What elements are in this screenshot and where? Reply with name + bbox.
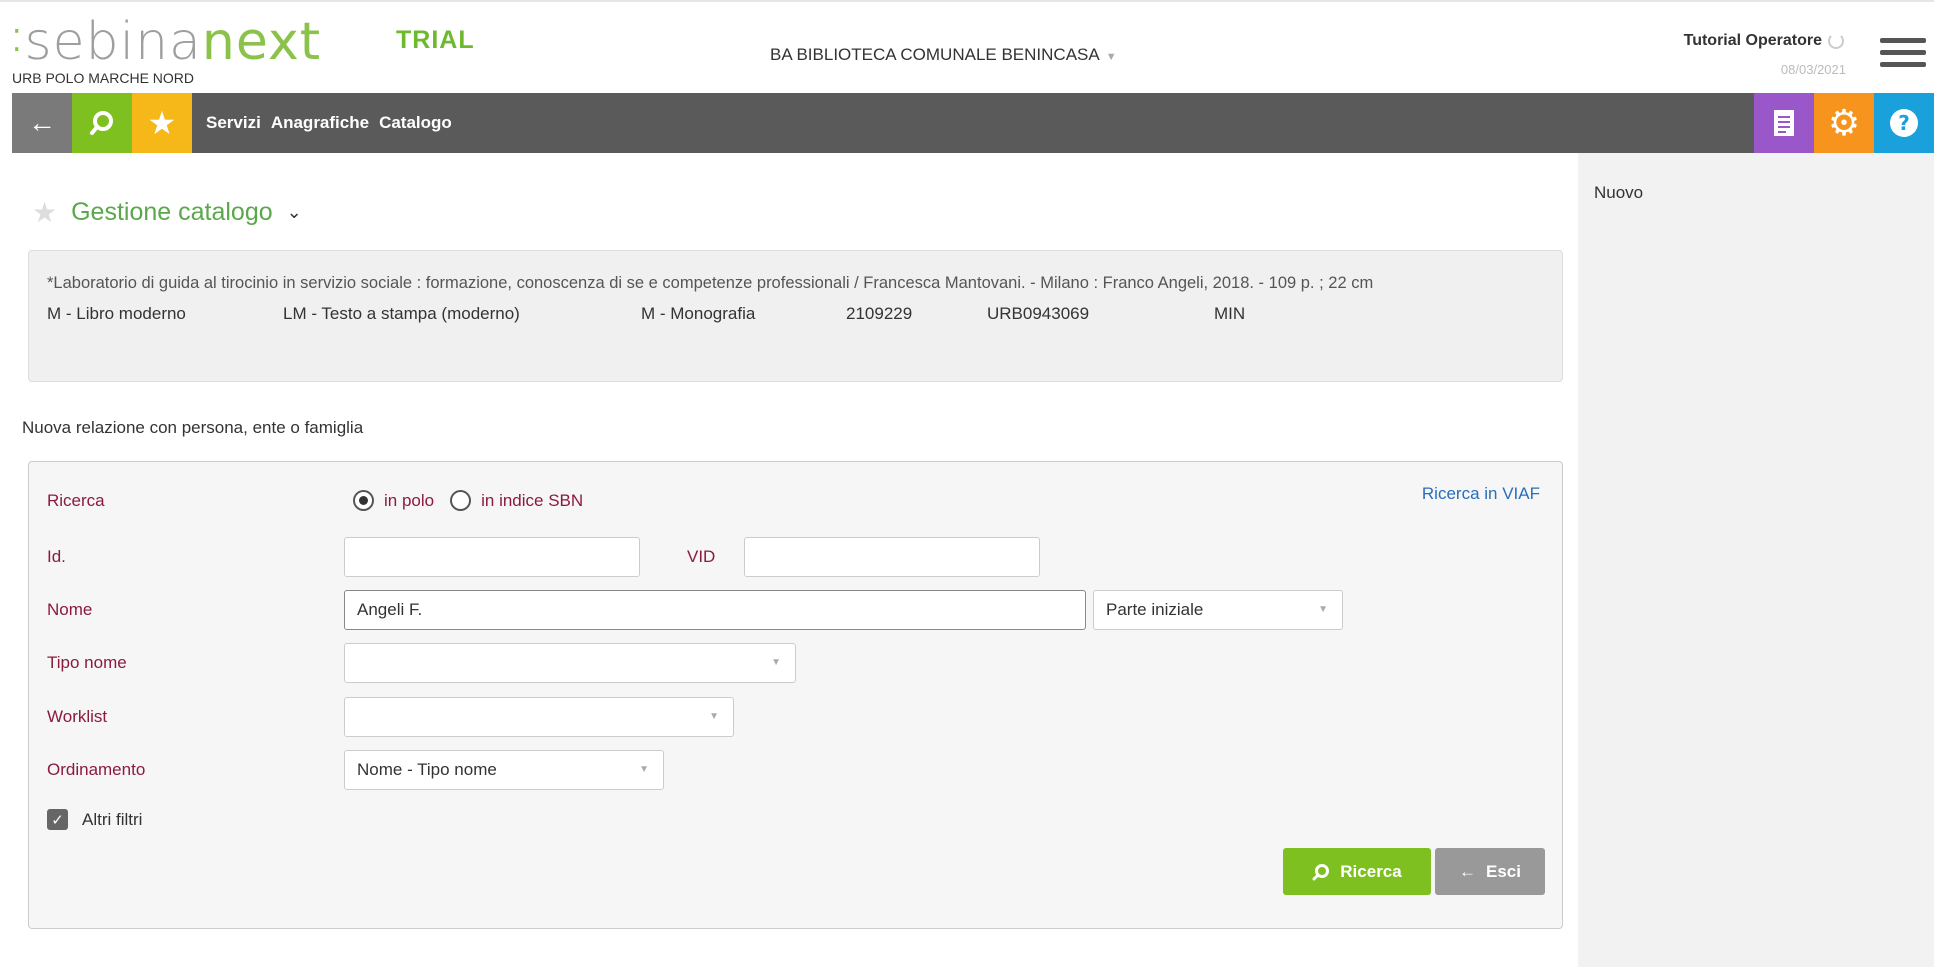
nome-label: Nome <box>47 600 93 619</box>
record-id: 2109229 <box>846 304 913 323</box>
gear-icon: ⚙ <box>1827 102 1861 143</box>
settings-button[interactable]: ⚙ <box>1814 93 1874 153</box>
nav-anagrafiche[interactable]: Anagrafiche <box>271 113 369 133</box>
radio-in-polo-label[interactable]: in polo <box>384 491 434 511</box>
ordinamento-select[interactable]: Nome - Tipo nome ▼ <box>344 750 664 790</box>
star-icon[interactable]: ★ <box>32 196 57 229</box>
chevron-down-icon: ▼ <box>771 657 781 668</box>
esci-button[interactable]: ← Esci <box>1435 848 1545 895</box>
vid-input[interactable] <box>744 537 1040 577</box>
radio-in-indice-sbn[interactable] <box>450 490 472 511</box>
search-form: Ricerca in polo in indice SBN Ricerca in… <box>28 461 1563 929</box>
power-icon[interactable] <box>1828 32 1844 49</box>
chevron-down-icon: ▼ <box>639 764 649 775</box>
chevron-down-icon: ▼ <box>709 711 719 722</box>
trial-badge: TRIAL <box>396 26 475 54</box>
svg-text:?: ? <box>1898 111 1910 135</box>
worklist-label: Worklist <box>47 707 108 726</box>
search-icon <box>1312 863 1330 880</box>
record-status: MIN <box>1214 304 1246 323</box>
ricerca-button-label: Ricerca <box>1340 861 1402 881</box>
search-button[interactable] <box>72 93 132 153</box>
chevron-down-icon: ▼ <box>1318 604 1328 615</box>
arrow-left-icon: ← <box>28 107 56 138</box>
record-summary: *Laboratorio di guida al tirocinio in se… <box>28 250 1563 382</box>
altri-filtri-checkbox[interactable]: ✓ Altri filtri <box>47 809 142 830</box>
radio-in-indice-sbn-label[interactable]: in indice SBN <box>481 491 583 511</box>
ricerca-button[interactable]: Ricerca <box>1283 848 1431 895</box>
nome-input[interactable]: Angeli F. <box>344 590 1086 630</box>
document-icon <box>1774 110 1794 136</box>
document-button[interactable] <box>1754 93 1814 153</box>
polo-name: URB POLO MARCHE NORD <box>12 70 195 86</box>
ordinamento-value: Nome - Tipo nome <box>357 760 497 779</box>
vid-label: VID <box>687 547 716 566</box>
help-button[interactable]: ? <box>1874 93 1934 153</box>
top-header: ⁚sebinanext URB POLO MARCHE NORD TRIAL B… <box>0 0 1934 93</box>
checkmark-icon[interactable]: ✓ <box>47 809 68 830</box>
tipo-nome-label: Tipo nome <box>47 653 127 672</box>
record-code: URB0943069 <box>987 304 1090 323</box>
page-title: ★ Gestione catalogo ⌄ <box>32 196 302 229</box>
viaf-search-link[interactable]: Ricerca in VIAF <box>1422 484 1540 504</box>
nome-input-value: Angeli F. <box>357 600 423 619</box>
record-meta: M - Libro moderno LM - Testo a stampa (m… <box>47 304 1544 324</box>
page-title-text: Gestione catalogo <box>71 198 273 226</box>
record-level: M - Monografia <box>641 304 756 323</box>
right-side-panel: Nuovo <box>1578 153 1934 967</box>
hamburger-menu-icon[interactable] <box>1880 38 1926 72</box>
library-name: BA BIBLIOTECA COMUNALE BENINCASA <box>770 45 1100 64</box>
id-input[interactable] <box>344 537 640 577</box>
favorites-button[interactable]: ★ <box>132 93 192 153</box>
session-date: 08/03/2021 <box>1780 62 1846 77</box>
id-label: Id. <box>47 547 66 566</box>
user-name: Tutorial Operatore <box>1683 32 1822 49</box>
nav-catalogo[interactable]: Catalogo <box>379 113 452 133</box>
back-button[interactable]: ← <box>12 93 72 153</box>
chevron-down-icon: ▼ <box>1105 51 1117 63</box>
nav-links: Servizi Anagrafiche Catalogo <box>206 93 452 153</box>
logo-dots: ⁚ <box>12 24 23 59</box>
nome-match-value: Parte iniziale <box>1106 600 1204 619</box>
altri-filtri-label[interactable]: Altri filtri <box>82 810 142 830</box>
help-icon: ? <box>1890 109 1918 137</box>
arrow-left-icon: ← <box>1459 861 1476 881</box>
nome-match-select[interactable]: Parte iniziale ▼ <box>1093 590 1343 630</box>
library-selector[interactable]: BA BIBLIOTECA COMUNALE BENINCASA ▼ <box>770 45 1117 65</box>
esci-button-label: Esci <box>1486 861 1521 881</box>
search-icon <box>90 111 113 135</box>
record-material: M - Libro moderno <box>47 304 186 323</box>
sebina-next-logo[interactable]: ⁚sebinanext <box>12 16 321 68</box>
ricerca-label: Ricerca <box>47 491 105 510</box>
section-label: Nuova relazione con persona, ente o fami… <box>22 418 364 437</box>
nav-servizi[interactable]: Servizi <box>206 113 261 133</box>
side-panel-title[interactable]: Nuovo <box>1594 183 1643 203</box>
chevron-down-icon[interactable]: ⌄ <box>287 202 302 223</box>
record-description: *Laboratorio di guida al tirocinio in se… <box>47 274 1374 292</box>
logo-next-text: next <box>201 12 322 72</box>
tipo-nome-select[interactable]: ▼ <box>344 643 796 683</box>
radio-in-polo[interactable] <box>353 490 374 511</box>
search-scope-radio-group: in polo in indice SBN <box>353 490 583 511</box>
star-icon: ★ <box>147 105 177 141</box>
logo-sebina-text: sebina <box>24 12 202 72</box>
ordinamento-label: Ordinamento <box>47 760 146 779</box>
record-type: LM - Testo a stampa (moderno) <box>283 304 520 323</box>
main-navbar: ← ★ Servizi Anagrafiche Catalogo ⚙ ? <box>12 93 1934 153</box>
worklist-select[interactable]: ▼ <box>344 697 734 737</box>
user-menu[interactable]: Tutorial Operatore <box>1684 32 1844 50</box>
